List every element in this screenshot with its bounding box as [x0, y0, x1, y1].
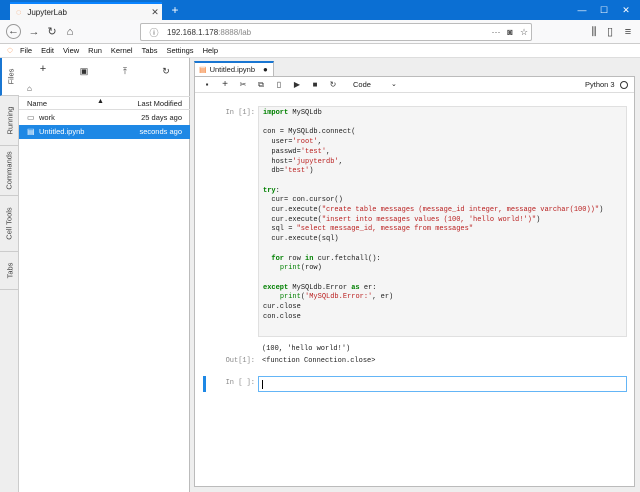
notebook-icon: ▤ [27, 127, 35, 136]
library-icon[interactable]: ⫼ [586, 24, 602, 40]
menu-run[interactable]: Run [88, 46, 102, 55]
forward-arrow-icon[interactable]: → [26, 24, 42, 40]
side-tab-files[interactable]: Files [0, 58, 19, 96]
refresh-icon[interactable]: ↻ [159, 66, 173, 78]
sort-caret-up-icon[interactable]: ▲ [97, 98, 104, 105]
close-window-button[interactable]: ✕ [616, 2, 636, 18]
kernel-name[interactable]: Python 3 [585, 79, 615, 91]
left-sidebar: Files Running Commands Cell Tools Tabs [0, 58, 19, 492]
cell-stdout: (100, 'hello world!') [262, 345, 351, 353]
new-launcher-button[interactable]: + [36, 63, 50, 75]
notebook-tab-title: Untitled.ipynb [209, 65, 256, 74]
pocket-icon[interactable]: ◙ [503, 27, 517, 37]
minimize-button[interactable]: — [572, 2, 592, 18]
jupyter-favicon-icon: ◌ [16, 7, 22, 17]
menu-view[interactable]: View [63, 46, 79, 55]
paste-icon[interactable]: ▯ [273, 79, 285, 91]
file-browser: + ▣ ⤒ ↻ ⌂ Name ▲ Last Modified ▭ work 25… [19, 58, 190, 492]
menu-file[interactable]: File [20, 46, 32, 55]
file-name: Untitled.ipynb [39, 127, 85, 136]
notebook-tab-icon: ▤ [199, 65, 207, 74]
menu-kernel[interactable]: Kernel [111, 46, 133, 55]
jupyter-menubar: ◌ File Edit View Run Kernel Tabs Setting… [0, 44, 640, 58]
file-name: work [39, 113, 55, 122]
output-prompt: Out[1]: [225, 357, 255, 365]
unsaved-dot-icon[interactable]: ● [263, 65, 268, 74]
notebook-panel: ▪ + ✂ ⧉ ▯ ▶ ■ ↻ Code ⌄ Python 3 In [1]: … [194, 76, 635, 487]
jupyter-logo-icon: ◌ [7, 45, 13, 56]
side-tab-running[interactable]: Running [0, 96, 19, 146]
notebook-tab[interactable]: ▤ Untitled.ipynb ● [194, 61, 274, 76]
text-cursor [262, 380, 263, 389]
column-name[interactable]: Name [27, 99, 47, 108]
reload-icon[interactable]: ↻ [44, 24, 60, 40]
menu-help[interactable]: Help [203, 46, 218, 55]
code-source[interactable]: import MySQLdb con = MySQLdb.connect( us… [263, 109, 603, 322]
maximize-button[interactable]: ☐ [594, 2, 614, 18]
file-row[interactable]: ▤ Untitled.ipynb seconds ago [19, 125, 190, 139]
kernel-status-icon [620, 81, 628, 89]
run-icon[interactable]: ▶ [291, 79, 303, 91]
menu-settings[interactable]: Settings [166, 46, 193, 55]
new-folder-icon[interactable]: ▣ [77, 66, 91, 78]
insert-cell-icon[interactable]: + [219, 79, 231, 91]
copy-icon[interactable]: ⧉ [255, 79, 267, 91]
file-modified: 25 days ago [141, 113, 182, 122]
restart-icon[interactable]: ↻ [327, 79, 339, 91]
bookmark-star-icon[interactable]: ☆ [517, 27, 531, 38]
file-list-header: Name ▲ Last Modified [19, 96, 190, 110]
side-tab-tabs[interactable]: Tabs [0, 252, 19, 290]
notebook-toolbar: ▪ + ✂ ⧉ ▯ ▶ ■ ↻ Code ⌄ Python 3 [195, 77, 634, 93]
chevron-down-icon[interactable]: ⌄ [391, 79, 397, 91]
info-icon[interactable]: ⓘ [147, 26, 161, 39]
more-dots-icon[interactable]: ··· [489, 27, 503, 37]
menu-tabs[interactable]: Tabs [142, 46, 158, 55]
new-tab-button[interactable]: + [168, 3, 182, 17]
stop-icon[interactable]: ■ [309, 79, 321, 91]
input-prompt: In [ ]: [225, 379, 255, 387]
cell-result: <function Connection.close> [262, 357, 376, 365]
code-cell-editor[interactable]: import MySQLdb con = MySQLdb.connect( us… [258, 106, 627, 337]
url-text[interactable]: 192.168.1.178:8888/lab [167, 28, 489, 37]
browser-navbar: ← → ↻ ⌂ ⓘ 192.168.1.178:8888/lab ··· ◙ ☆… [0, 20, 640, 44]
back-arrow-icon[interactable]: ← [6, 24, 21, 39]
file-modified: seconds ago [139, 127, 182, 136]
column-last-modified[interactable]: Last Modified [137, 99, 182, 108]
browser-titlebar: ◌ JupyterLab ✕ + — ☐ ✕ [0, 0, 640, 20]
browser-tab-title: JupyterLab [27, 7, 67, 17]
menu-edit[interactable]: Edit [41, 46, 54, 55]
home-icon[interactable]: ⌂ [62, 24, 78, 40]
side-tab-cell-tools[interactable]: Cell Tools [0, 196, 19, 252]
hamburger-menu-icon[interactable]: ≡ [620, 24, 636, 40]
code-cell-editor[interactable] [258, 376, 627, 392]
cut-icon[interactable]: ✂ [237, 79, 249, 91]
save-icon[interactable]: ▪ [201, 79, 213, 91]
browser-tab[interactable]: ◌ JupyterLab ✕ [10, 2, 162, 20]
home-breadcrumb-icon[interactable]: ⌂ [27, 84, 32, 93]
url-bar[interactable]: ⓘ 192.168.1.178:8888/lab ··· ◙ ☆ [140, 23, 532, 41]
folder-icon: ▭ [27, 113, 35, 122]
tab-close-icon[interactable]: ✕ [148, 7, 162, 18]
input-prompt: In [1]: [225, 109, 255, 117]
upload-icon[interactable]: ⤒ [118, 66, 132, 78]
side-tab-commands[interactable]: Commands [0, 146, 19, 196]
sidebar-icon[interactable]: ▯ [602, 24, 618, 40]
file-row[interactable]: ▭ work 25 days ago [19, 111, 190, 125]
